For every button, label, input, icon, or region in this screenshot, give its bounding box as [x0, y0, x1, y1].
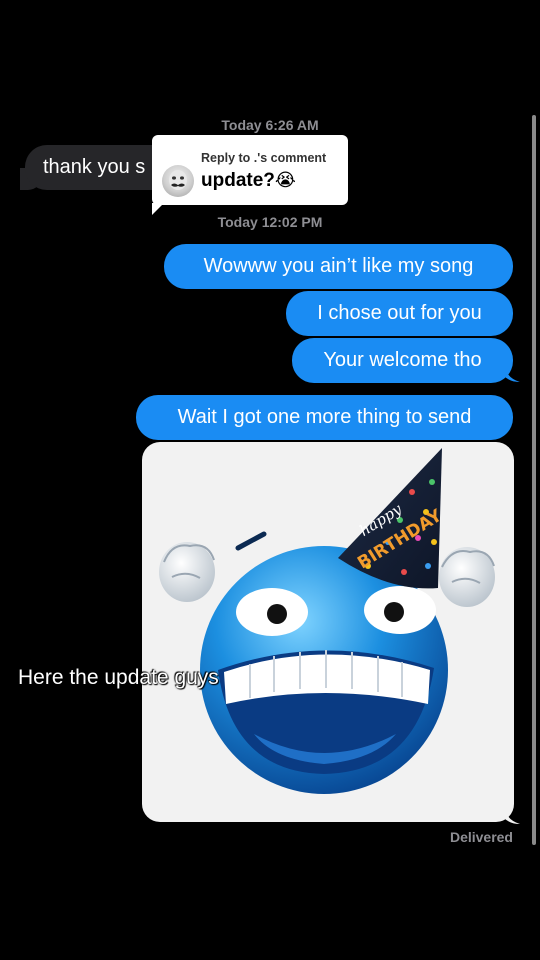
reply-label: Reply to .'s comment [201, 151, 327, 165]
overlay-caption: Here the update guys [18, 666, 219, 689]
outgoing-message-bubble[interactable]: Your welcome tho [292, 338, 513, 383]
timestamp: Today 6:26 AM [221, 117, 319, 133]
reply-comment-card[interactable]: Reply to .'s comment update?😭 [152, 135, 348, 215]
message-text: I chose out for you [317, 302, 482, 324]
message-text: Your welcome tho [323, 349, 482, 371]
reply-text: update?😭 [201, 170, 296, 192]
avatar [162, 165, 194, 197]
message-text: thank you s [43, 156, 146, 178]
timestamp: Today 12:02 PM [217, 214, 323, 230]
crying-emoji: 😭 [274, 170, 296, 190]
outgoing-message-bubble[interactable]: Wait I got one more thing to send [136, 395, 513, 440]
image-message[interactable]: happy BIRTHDAY [142, 442, 514, 822]
message-text: Wait I got one more thing to send [177, 406, 472, 428]
delivery-status: Delivered [449, 829, 513, 845]
birthday-laughing-emoji-icon: happy BIRTHDAY [159, 448, 495, 794]
message-text: Wowww you ain’t like my song [203, 255, 474, 277]
outgoing-message-bubble[interactable]: I chose out for you [286, 291, 513, 336]
reply-text-value: update? [201, 170, 275, 191]
outgoing-message-bubble[interactable]: Wowww you ain’t like my song [164, 244, 513, 289]
